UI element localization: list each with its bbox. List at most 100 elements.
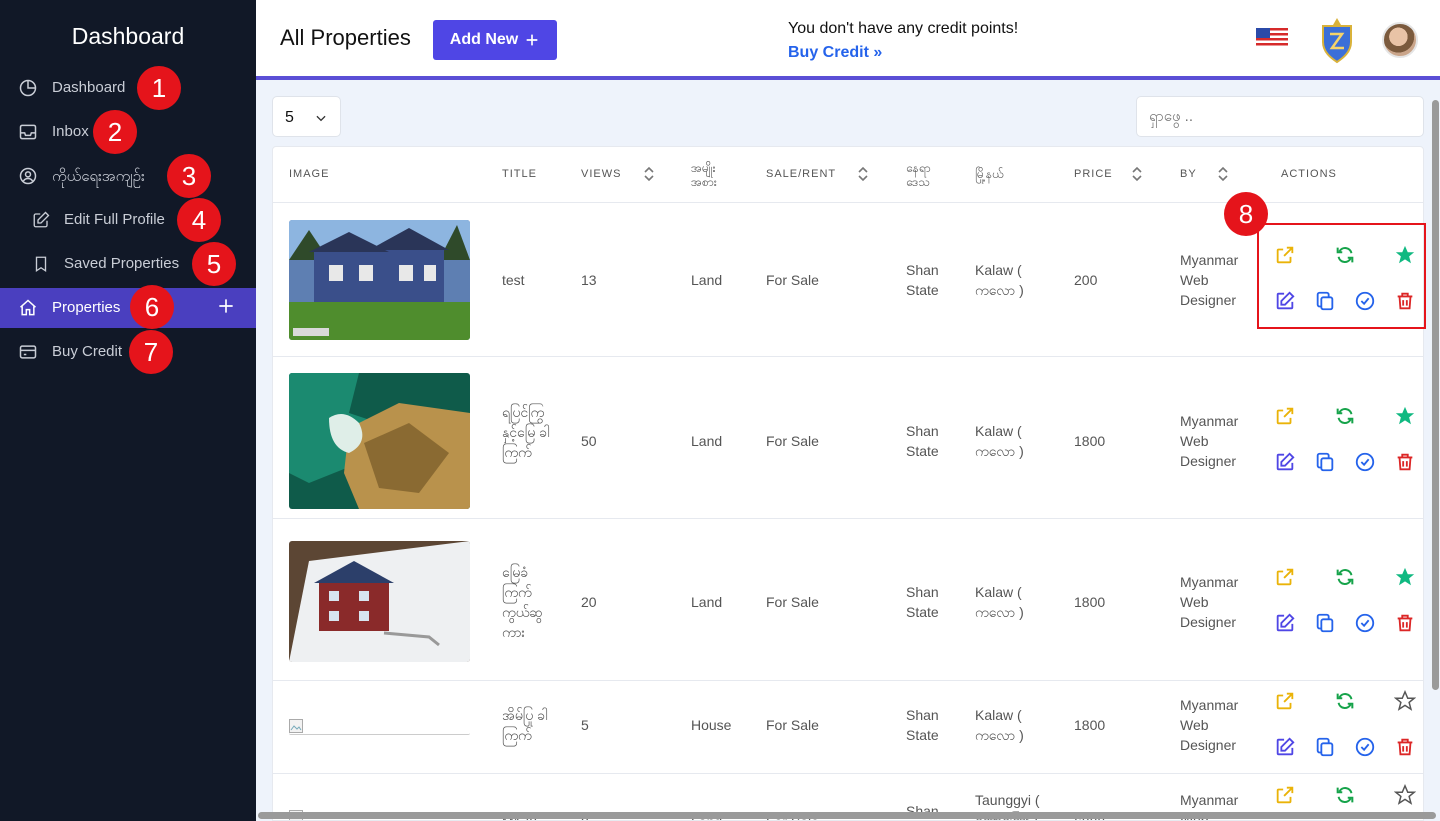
col-township: မြို့နယ် — [975, 167, 1004, 181]
annotation-badge: 3 — [167, 154, 211, 198]
us-flag-icon[interactable] — [1256, 28, 1288, 48]
property-image-broken[interactable] — [289, 719, 470, 735]
row-by: Myanmar Web Designer — [1180, 252, 1239, 308]
sidebar-brand: Dashboard — [71, 22, 185, 49]
plus-icon[interactable] — [216, 296, 236, 316]
refresh-icon[interactable] — [1334, 405, 1356, 427]
annotation-badge: 5 — [192, 242, 236, 286]
credit-message: You don't have any credit points! — [788, 20, 1019, 37]
chevron-down-icon — [316, 115, 326, 122]
annotation-badge: 4 — [177, 198, 221, 242]
open-external-icon[interactable] — [1274, 566, 1296, 588]
sidebar-item-label: Edit Full Profile — [64, 211, 165, 228]
row-type: House — [691, 717, 732, 733]
copy-icon[interactable] — [1314, 736, 1336, 758]
col-price[interactable]: PRICE — [1074, 168, 1113, 180]
row-type: Land — [691, 272, 723, 288]
property-image[interactable] — [289, 541, 470, 662]
row-region: Shan State — [906, 584, 939, 620]
row-price: 1800 — [1074, 717, 1106, 733]
sidebar-item-buy-credit[interactable]: Buy Credit — [0, 332, 256, 372]
sidebar-item-label: Saved Properties — [64, 255, 180, 272]
row-title: အိမ်ပြု ခါကြက် — [502, 707, 548, 743]
sidebar-item-label: Properties — [52, 299, 121, 316]
col-actions: ACTIONS — [1281, 168, 1337, 180]
edit-icon[interactable] — [1274, 612, 1296, 634]
row-sale-rent: For Sale — [766, 594, 819, 610]
sort-icon[interactable] — [643, 166, 655, 182]
horizontal-scrollbar[interactable] — [258, 812, 1436, 819]
top-header: All Properties Add New You don't have an… — [256, 0, 1440, 80]
table-row: ရပြင်ကြွနှင့်မြေ ခါကြက် 50 Land For Sale… — [273, 357, 1423, 519]
sidebar-item-profile[interactable]: ကိုယ်ရေးအကျဉ်း — [0, 156, 256, 196]
check-circle-icon[interactable] — [1354, 612, 1376, 634]
edit-icon[interactable] — [1274, 451, 1296, 473]
col-title: TITLE — [502, 168, 537, 180]
col-region: နေရာဒေသ — [906, 161, 931, 189]
property-image[interactable] — [289, 373, 470, 509]
star-outline-icon[interactable] — [1394, 690, 1416, 712]
row-price: 1800 — [1074, 594, 1106, 610]
plus-icon — [526, 34, 538, 46]
site-logo-icon[interactable] — [1320, 16, 1354, 64]
credit-card-icon — [19, 345, 37, 359]
trash-icon[interactable] — [1394, 612, 1416, 634]
sort-icon[interactable] — [1131, 166, 1143, 182]
row-sale-rent: For Sale — [766, 717, 819, 733]
row-views: 50 — [581, 433, 597, 449]
annotation-badge: 7 — [129, 330, 173, 374]
page-size-select[interactable]: 5 — [272, 96, 341, 137]
row-type: Land — [691, 433, 723, 449]
sidebar-item-properties[interactable]: Properties — [0, 288, 256, 328]
open-external-icon[interactable] — [1274, 690, 1296, 712]
sidebar-item-dashboard[interactable]: Dashboard — [0, 68, 256, 108]
table-row: အိမ်ပြု ခါကြက် 5 House For Sale Shan Sta… — [273, 681, 1423, 774]
star-filled-icon[interactable] — [1394, 405, 1416, 427]
check-circle-icon[interactable] — [1354, 451, 1376, 473]
star-filled-icon[interactable] — [1394, 566, 1416, 588]
row-township: Kalaw ( ကလော ) — [975, 707, 1024, 743]
refresh-icon[interactable] — [1334, 566, 1356, 588]
col-type: အမျိုးအစား — [691, 161, 717, 189]
home-icon — [20, 299, 36, 316]
edit-icon[interactable] — [1274, 736, 1296, 758]
copy-icon[interactable] — [1314, 612, 1336, 634]
row-price: 200 — [1074, 272, 1098, 288]
check-circle-icon[interactable] — [1354, 736, 1376, 758]
broken-image-icon — [289, 719, 303, 733]
table-row: မြေခံကြက်ကွယ်ဆွကား 20 Land For Sale Shan… — [273, 519, 1423, 681]
sort-icon[interactable] — [1217, 166, 1229, 182]
trash-icon[interactable] — [1394, 736, 1416, 758]
add-new-button[interactable]: Add New — [433, 20, 557, 60]
row-region: Shan State — [906, 707, 939, 743]
refresh-icon[interactable] — [1334, 690, 1356, 712]
row-by: Myanmar Web Designer — [1180, 697, 1239, 753]
open-external-icon[interactable] — [1274, 784, 1296, 806]
row-township: Kalaw ( ကလော ) — [975, 423, 1024, 459]
col-by[interactable]: BY — [1180, 168, 1197, 180]
sidebar-item-label: Buy Credit — [52, 343, 123, 360]
col-views[interactable]: VIEWS — [581, 168, 621, 180]
row-price: 1800 — [1074, 433, 1106, 449]
star-outline-icon[interactable] — [1394, 784, 1416, 806]
sort-icon[interactable] — [857, 166, 869, 182]
row-sale-rent: For Sale — [766, 433, 819, 449]
property-image[interactable] — [289, 220, 470, 340]
sidebar-item-label: ကိုယ်ရေးအကျဉ်း — [52, 168, 145, 185]
row-views: 5 — [581, 717, 589, 733]
row-by: Myanmar Web Designer — [1180, 574, 1239, 630]
vertical-scrollbar[interactable] — [1432, 100, 1439, 690]
annotation-badge: 2 — [93, 110, 137, 154]
search-input[interactable] — [1136, 96, 1424, 137]
col-sale-rent[interactable]: SALE/RENT — [766, 168, 836, 180]
copy-icon[interactable] — [1314, 451, 1336, 473]
row-sale-rent: For Sale — [766, 272, 819, 288]
trash-icon[interactable] — [1394, 451, 1416, 473]
open-external-icon[interactable] — [1274, 405, 1296, 427]
col-image: IMAGE — [289, 168, 330, 180]
chart-pie-icon — [19, 79, 37, 97]
user-avatar[interactable] — [1382, 22, 1418, 58]
sidebar-item-label: Dashboard — [52, 79, 126, 96]
buy-credit-link[interactable]: Buy Credit » — [788, 44, 882, 62]
refresh-icon[interactable] — [1334, 784, 1356, 806]
